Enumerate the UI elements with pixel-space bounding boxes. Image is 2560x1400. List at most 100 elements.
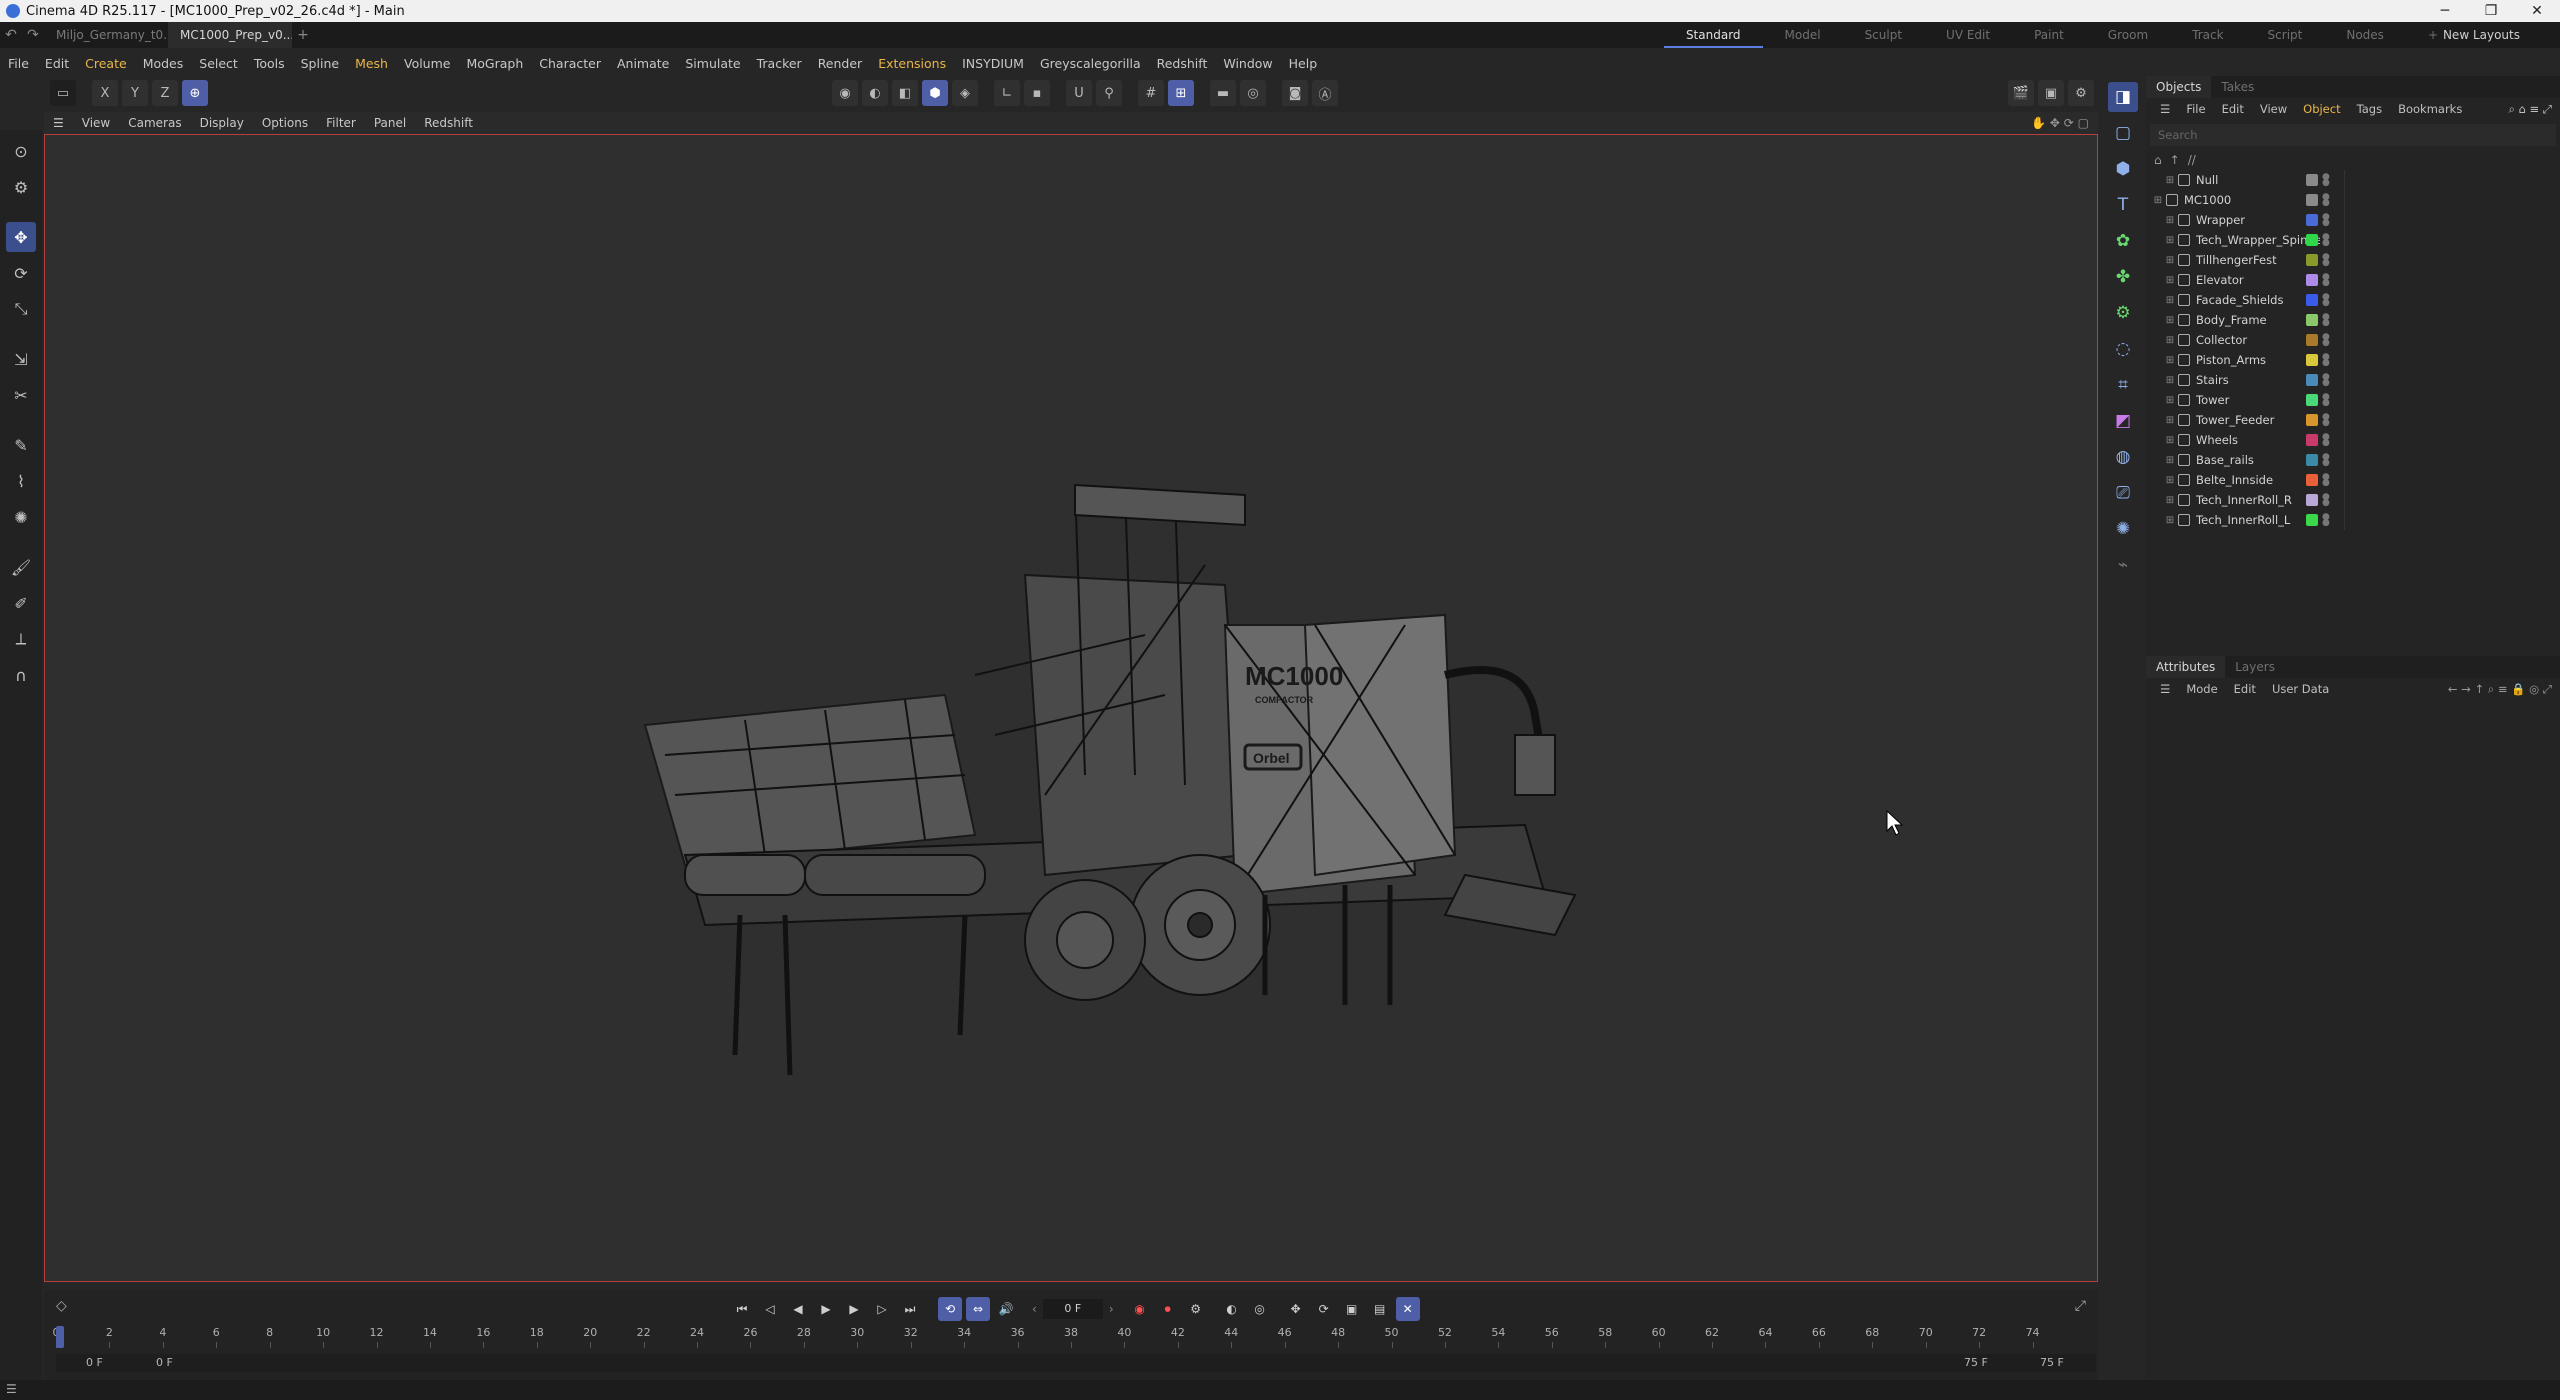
- viewport-menu-cameras[interactable]: Cameras: [119, 116, 190, 130]
- autokey-icon[interactable]: ⏺: [1156, 1297, 1180, 1321]
- lock-icon[interactable]: ◙: [1282, 80, 1308, 106]
- menu-tracker[interactable]: Tracker: [749, 56, 810, 71]
- points-mode-icon[interactable]: ◉: [832, 80, 858, 106]
- tab-takes[interactable]: Takes: [2211, 80, 2264, 94]
- edges-mode-icon[interactable]: ◐: [862, 80, 888, 106]
- tweak-mode-icon[interactable]: ▪: [1024, 80, 1050, 106]
- smear-tool-icon[interactable]: ✐: [6, 588, 36, 618]
- field-icon[interactable]: ◌: [2108, 334, 2138, 364]
- layout-standard[interactable]: Standard: [1663, 22, 1763, 48]
- layout-track[interactable]: Track: [2170, 28, 2245, 42]
- viewport-hamburger-icon[interactable]: ☰: [44, 116, 73, 130]
- render-picture-viewer-icon[interactable]: ▣: [2038, 80, 2064, 106]
- object-row[interactable]: ⊞ Belte_Innside ● ●: [2146, 470, 2560, 490]
- light-icon[interactable]: ✺: [2108, 514, 2138, 544]
- visibility-dots-icon[interactable]: ● ●: [2322, 433, 2330, 448]
- expand-icon[interactable]: ⊞: [2164, 295, 2176, 306]
- layer-color-swatch[interactable]: [2306, 414, 2318, 426]
- polygons-mode-icon[interactable]: ◧: [892, 80, 918, 106]
- menu-simulate[interactable]: Simulate: [677, 56, 748, 71]
- layer-color-swatch[interactable]: [2306, 354, 2318, 366]
- visibility-dots-icon[interactable]: ● ●: [2322, 413, 2330, 428]
- menu-mograph[interactable]: MoGraph: [458, 56, 531, 71]
- layer-color-swatch[interactable]: [2306, 454, 2318, 466]
- texture-mode-icon[interactable]: ◈: [952, 80, 978, 106]
- menu-help[interactable]: Help: [1281, 56, 1326, 71]
- layer-color-swatch[interactable]: [2306, 374, 2318, 386]
- object-row[interactable]: ⊞ Tech_Wrapper_Spinner ● ●: [2146, 230, 2560, 250]
- status-menu-icon[interactable]: ☰: [6, 1382, 17, 1396]
- expand-icon[interactable]: ⊞: [2164, 415, 2176, 426]
- object-row[interactable]: ⊞ Tower_Feeder ● ●: [2146, 410, 2560, 430]
- frame-range-bar[interactable]: 0 F 0 F 75 F 75 F: [56, 1354, 2096, 1372]
- layout-nodes[interactable]: Nodes: [2324, 28, 2406, 42]
- current-frame-field[interactable]: 0 F: [1042, 1299, 1103, 1319]
- layer-color-swatch[interactable]: [2306, 274, 2318, 286]
- world-coordinates-icon[interactable]: ⊕: [182, 80, 208, 106]
- text-object-icon[interactable]: T: [2108, 190, 2138, 220]
- render-view-icon[interactable]: 🎬: [2008, 80, 2034, 106]
- auto-icon[interactable]: Ⓐ: [1312, 80, 1338, 106]
- key-param-icon[interactable]: ⟳: [1312, 1297, 1336, 1321]
- layer-color-swatch[interactable]: [2306, 334, 2318, 346]
- attributes-nav-icons[interactable]: ← → ↑ ⌕ ≡ 🔒 ◎ ⤢: [2440, 682, 2560, 697]
- menu-create[interactable]: Create: [77, 56, 135, 71]
- expand-icon[interactable]: ⊞: [2164, 275, 2176, 286]
- layer-color-swatch[interactable]: [2306, 234, 2318, 246]
- axis-y-button[interactable]: Y: [122, 80, 148, 106]
- objects-menu-view[interactable]: View: [2252, 102, 2295, 116]
- key-position-icon[interactable]: ◐: [1220, 1297, 1244, 1321]
- layer-color-swatch[interactable]: [2306, 474, 2318, 486]
- expand-icon[interactable]: ⊞: [2164, 355, 2176, 366]
- object-row[interactable]: ⊞ Wrapper ● ●: [2146, 210, 2560, 230]
- document-tab-miljo[interactable]: Miljo_Germany_t0...: [44, 22, 168, 48]
- key-scale-icon[interactable]: ✥: [1284, 1297, 1308, 1321]
- objects-menu-object[interactable]: Object: [2295, 102, 2348, 116]
- axis-z-button[interactable]: Z: [152, 80, 178, 106]
- expand-icon[interactable]: ⊞: [2164, 315, 2176, 326]
- go-to-end-icon[interactable]: ⏭: [898, 1297, 922, 1321]
- objects-menu-bookmarks[interactable]: Bookmarks: [2390, 102, 2470, 116]
- menu-extensions[interactable]: Extensions: [870, 56, 954, 71]
- expand-icon[interactable]: ⊞: [2164, 435, 2176, 446]
- axis-x-button[interactable]: X: [92, 80, 118, 106]
- range-start-preview-field[interactable]: 0 F: [156, 1356, 173, 1369]
- menu-insydium[interactable]: INSYDIUM: [954, 56, 1032, 71]
- objects-search-icon[interactable]: ⌕ ⌂ ≡ ⤢: [2500, 102, 2560, 117]
- object-row[interactable]: ⊞ Null ● ●: [2146, 170, 2560, 190]
- layer-color-swatch[interactable]: [2306, 174, 2318, 186]
- objects-menu-file[interactable]: File: [2178, 102, 2213, 116]
- record-active-icon[interactable]: ◉: [1128, 1297, 1152, 1321]
- transform-tool-icon[interactable]: ⇲: [6, 344, 36, 374]
- sculpt-tool-icon[interactable]: ✺: [6, 502, 36, 532]
- viewport-navigation-icons[interactable]: ✋ ✥ ⟳ ▢: [2022, 116, 2098, 130]
- visibility-dots-icon[interactable]: ● ●: [2322, 353, 2330, 368]
- knife-tool-icon[interactable]: ✂: [6, 380, 36, 410]
- layout-uv-edit[interactable]: UV Edit: [1924, 28, 2012, 42]
- paint-icon[interactable]: ⌁: [2108, 550, 2138, 580]
- menu-file[interactable]: File: [0, 56, 37, 71]
- objects-search-input[interactable]: Search: [2150, 124, 2556, 146]
- grid-icon[interactable]: #: [1138, 80, 1164, 106]
- move-tool-icon[interactable]: ✥: [6, 222, 36, 252]
- solo-icon[interactable]: ▬: [1210, 80, 1236, 106]
- visibility-dots-icon[interactable]: ● ●: [2322, 173, 2330, 188]
- deformer-icon[interactable]: ⚙: [2108, 298, 2138, 328]
- viewport-solo-icon[interactable]: ◎: [1240, 80, 1266, 106]
- play-icon[interactable]: ▶: [814, 1297, 838, 1321]
- spline-tool-icon[interactable]: ⌇: [6, 466, 36, 496]
- layout-groom[interactable]: Groom: [2086, 28, 2170, 42]
- menu-animate[interactable]: Animate: [609, 56, 677, 71]
- range-start-field[interactable]: 0 F: [86, 1356, 103, 1369]
- object-row[interactable]: ⊞ Wheels ● ●: [2146, 430, 2560, 450]
- layer-color-swatch[interactable]: [2306, 394, 2318, 406]
- expand-icon[interactable]: ⊞: [2164, 255, 2176, 266]
- sound-icon[interactable]: 🔊: [994, 1297, 1018, 1321]
- cube-primitive-icon[interactable]: ▢: [2108, 118, 2138, 148]
- camera-icon[interactable]: ⎚: [2108, 478, 2138, 508]
- scheme-icon[interactable]: ✕: [1395, 1297, 1420, 1321]
- timeline-expand-icon[interactable]: ⤢: [2075, 1298, 2086, 1314]
- keyframe-icon[interactable]: ◇: [56, 1298, 67, 1314]
- key-pla-icon[interactable]: ▣: [1340, 1297, 1364, 1321]
- object-row[interactable]: ⊞ Tech_InnerRoll_L ● ●: [2146, 510, 2560, 530]
